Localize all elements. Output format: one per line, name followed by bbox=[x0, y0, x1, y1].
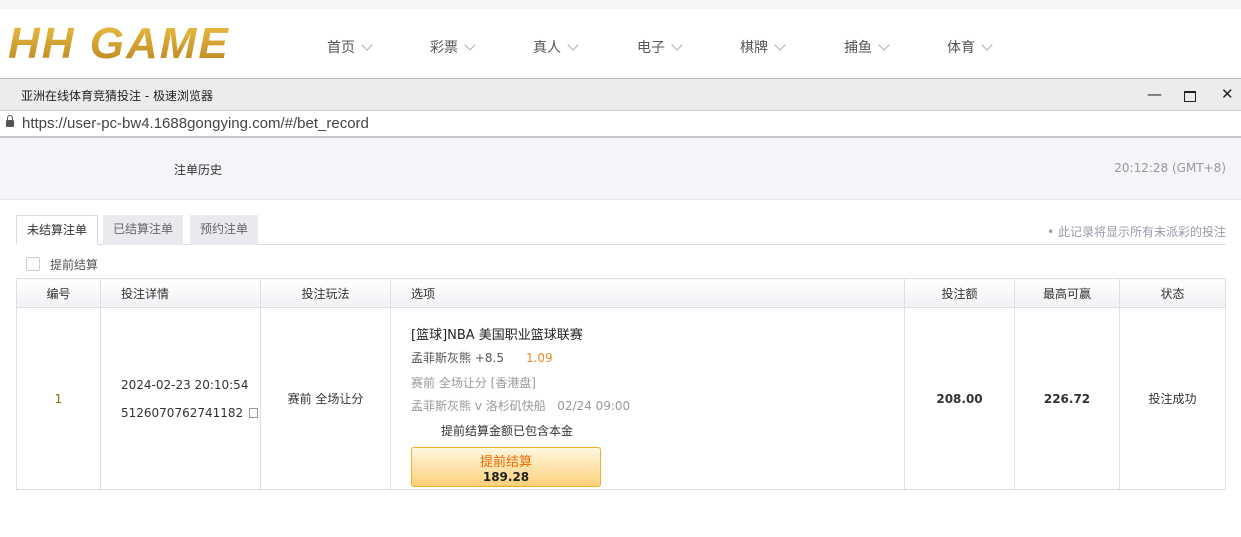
chevron-down-icon bbox=[981, 39, 993, 51]
col-max-win: 最高可赢 bbox=[1014, 278, 1120, 308]
chevron-down-icon bbox=[878, 39, 890, 51]
market: 赛前 全场让分 [香港盘] bbox=[411, 376, 536, 390]
nav-lottery[interactable]: 彩票 bbox=[430, 37, 476, 57]
nav-label: 电子 bbox=[637, 40, 665, 56]
nav-label: 体育 bbox=[947, 40, 975, 56]
nav-label: 首页 bbox=[327, 40, 355, 56]
selection-line: 孟菲斯灰熊 +8.5 1.09 bbox=[411, 349, 904, 366]
bet-datetime: 2024-02-23 20:10:54 bbox=[121, 377, 249, 392]
status: 投注成功 bbox=[1119, 307, 1226, 490]
chevron-down-icon bbox=[567, 39, 579, 51]
close-icon[interactable]: ✕ bbox=[1221, 85, 1234, 103]
cashout-label: 提前结算 bbox=[479, 455, 532, 470]
tab-bar: 未结算注单 已结算注单 预约注单 • 此记录将显示所有未派彩的投注 bbox=[16, 215, 1226, 245]
lock-icon bbox=[6, 115, 14, 127]
address-bar: https://user-pc-bw4.1688gongying.com/#/b… bbox=[0, 111, 1241, 138]
odds: 1.09 bbox=[525, 351, 553, 365]
nav-live[interactable]: 真人 bbox=[533, 37, 579, 57]
page-header: 注单历史 20:12:28 (GMT+8) bbox=[0, 138, 1241, 200]
nav-fishing[interactable]: 捕鱼 bbox=[844, 37, 890, 57]
clock: 20:12:28 (GMT+8) bbox=[1114, 161, 1226, 175]
match-line: 孟菲斯灰熊 v 洛杉矶快船 02/24 09:00 bbox=[411, 397, 904, 414]
row-no: 1 bbox=[16, 307, 101, 490]
bet-table: 编号 投注详情 投注玩法 选项 投注额 最高可赢 状态 1 2024-02-23… bbox=[16, 278, 1226, 490]
col-status: 状态 bbox=[1119, 278, 1226, 308]
chevron-down-icon bbox=[671, 39, 683, 51]
nav-label: 真人 bbox=[533, 40, 561, 56]
nav-cards[interactable]: 棋牌 bbox=[740, 37, 786, 57]
early-cashout-label: 提前结算 bbox=[50, 258, 99, 272]
match: 孟菲斯灰熊 v 洛杉矶快船 bbox=[411, 399, 546, 413]
popup-titlebar: 亚洲在线体育竞猜投注 - 极速浏览器 — ✕ bbox=[0, 78, 1241, 111]
nav-label: 彩票 bbox=[430, 40, 458, 56]
page-title: 注单历史 bbox=[174, 163, 223, 177]
nav-slots[interactable]: 电子 bbox=[637, 37, 683, 57]
match-time: 02/24 09:00 bbox=[557, 399, 631, 413]
site-logo[interactable]: HH GAME bbox=[8, 13, 230, 75]
max-win: 226.72 bbox=[1014, 307, 1120, 490]
early-cashout-checkbox[interactable] bbox=[26, 257, 40, 271]
league: [篮球]NBA 美国职业篮球联赛 bbox=[411, 328, 583, 343]
window-title: 亚洲在线体育竞猜投注 - 极速浏览器 bbox=[21, 89, 213, 103]
chevron-down-icon bbox=[361, 39, 373, 51]
info-note: • 此记录将显示所有未派彩的投注 bbox=[1047, 225, 1226, 239]
col-details: 投注详情 bbox=[100, 278, 261, 308]
nav-label: 棋牌 bbox=[740, 40, 768, 56]
cashout-note: 提前结算金额已包含本金 bbox=[441, 424, 574, 438]
col-stake: 投注额 bbox=[904, 278, 1015, 308]
chevron-down-icon bbox=[464, 39, 476, 51]
nav-home[interactable]: 首页 bbox=[327, 37, 373, 57]
chevron-down-icon bbox=[774, 39, 786, 51]
bet-option: [篮球]NBA 美国职业篮球联赛 孟菲斯灰熊 +8.5 1.09 赛前 全场让分 … bbox=[390, 307, 905, 490]
col-play: 投注玩法 bbox=[260, 278, 391, 308]
cashout-amount: 189.28 bbox=[482, 470, 530, 484]
site-header: HH GAME 首页 彩票 真人 电子 棋牌 捕鱼 体育 bbox=[0, 9, 1241, 78]
nav-label: 捕鱼 bbox=[844, 40, 872, 56]
minimize-icon[interactable]: — bbox=[1147, 85, 1162, 103]
order-id: 5126070762741182 bbox=[121, 405, 244, 420]
tab-reserved[interactable]: 预约注单 bbox=[190, 215, 259, 245]
table-row: 1 2024-02-23 20:10:54 5126070762741182 赛… bbox=[16, 307, 1226, 490]
order-id-line: 5126070762741182 bbox=[121, 406, 260, 420]
stake: 208.00 bbox=[904, 307, 1015, 490]
url-text[interactable]: https://user-pc-bw4.1688gongying.com/#/b… bbox=[22, 115, 369, 132]
maximize-icon[interactable] bbox=[1184, 91, 1196, 102]
col-option: 选项 bbox=[390, 278, 905, 308]
nav-sports[interactable]: 体育 bbox=[947, 37, 993, 57]
copy-icon[interactable] bbox=[249, 407, 259, 418]
bet-details: 2024-02-23 20:10:54 5126070762741182 bbox=[100, 307, 261, 490]
bet-play: 赛前 全场让分 bbox=[260, 307, 391, 490]
selection: 孟菲斯灰熊 +8.5 bbox=[411, 351, 504, 365]
top-strip bbox=[0, 0, 1241, 9]
tab-unsettled[interactable]: 未结算注单 bbox=[16, 215, 99, 245]
col-no: 编号 bbox=[16, 278, 101, 308]
cashout-button[interactable]: 提前结算 189.28 bbox=[411, 447, 601, 487]
tab-settled[interactable]: 已结算注单 bbox=[103, 215, 184, 245]
note-text: 此记录将显示所有未派彩的投注 bbox=[1057, 225, 1226, 239]
